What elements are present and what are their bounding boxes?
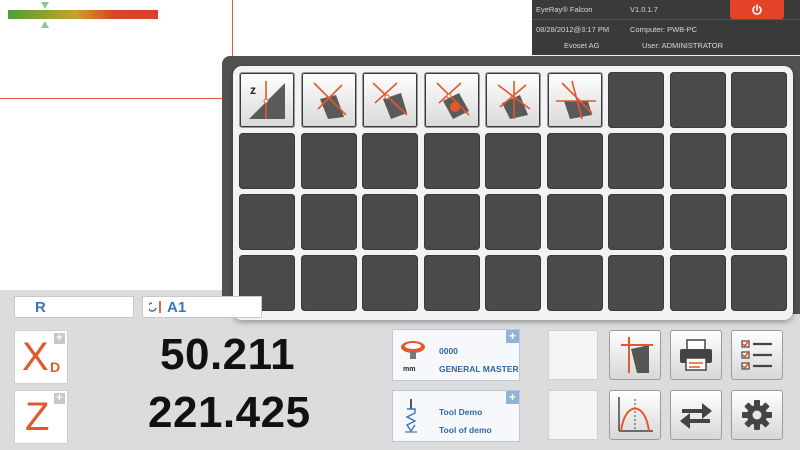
focus-marker-top-icon xyxy=(41,2,49,9)
swap-arrows-icon xyxy=(680,403,712,429)
master-unit: mm xyxy=(403,366,416,373)
mode-text: R xyxy=(35,298,46,316)
empty-slot[interactable] xyxy=(362,194,418,250)
empty-slot[interactable] xyxy=(546,133,603,189)
checklist-button[interactable] xyxy=(731,330,783,380)
empty-slot[interactable] xyxy=(669,194,726,250)
empty-slot[interactable] xyxy=(669,133,726,189)
tool-title: Tool Demo xyxy=(439,407,483,417)
reference-label[interactable]: A1 xyxy=(142,296,262,318)
empty-slot[interactable] xyxy=(423,255,480,311)
empty-slot[interactable] xyxy=(546,255,603,311)
empty-button-slot xyxy=(548,330,598,380)
empty-slot[interactable] xyxy=(300,255,357,311)
master-card[interactable]: mm 0000 GENERAL MASTER + xyxy=(392,329,520,381)
power-icon xyxy=(752,3,762,15)
profile-curve-icon xyxy=(618,397,653,432)
computer-name: Computer: PWB-PC xyxy=(630,25,698,34)
drill-tool-icon xyxy=(405,399,417,433)
company-name: Evoset AG xyxy=(564,41,600,50)
corner-measure-icon xyxy=(372,82,408,119)
empty-slot[interactable] xyxy=(669,72,726,128)
empty-slot[interactable] xyxy=(731,194,787,250)
axis-x-letter: X xyxy=(22,335,49,379)
radius-measure-icon xyxy=(435,82,470,119)
empty-slot[interactable] xyxy=(731,255,787,311)
reference-text: A1 xyxy=(167,298,187,316)
focus-indicator-bar xyxy=(8,10,158,19)
edge-measure-icon xyxy=(312,82,347,119)
empty-slot[interactable] xyxy=(608,194,664,250)
empty-slot[interactable] xyxy=(546,194,603,250)
tool-corner[interactable] xyxy=(362,72,418,128)
swap-button[interactable] xyxy=(670,390,722,440)
empty-button-slot xyxy=(548,390,598,440)
reference-axis-icon xyxy=(149,301,161,313)
master-number: 0000 xyxy=(439,346,458,356)
empty-slot[interactable] xyxy=(608,72,664,128)
app-name: EyeRay® Falcon xyxy=(536,5,593,14)
empty-slot[interactable] xyxy=(731,133,787,189)
empty-slot[interactable] xyxy=(300,194,357,250)
power-button[interactable] xyxy=(730,0,784,19)
settings-button[interactable] xyxy=(731,390,783,440)
tool-grid-panel: z xyxy=(233,66,793,320)
tool-edge[interactable] xyxy=(300,72,357,128)
profile-curve-button[interactable] xyxy=(609,390,661,440)
z-letter: z xyxy=(250,83,256,97)
focus-marker-bottom-icon xyxy=(41,21,49,28)
axis-x-subscript: D xyxy=(50,359,61,375)
z-zero-measure-icon: z xyxy=(249,81,285,119)
tool-card[interactable]: Tool Demo Tool of demo + xyxy=(392,390,520,442)
user-name: User: ADMINISTRATOR xyxy=(642,41,723,50)
add-icon[interactable]: + xyxy=(54,393,65,404)
empty-slot[interactable] xyxy=(423,194,480,250)
checklist-icon xyxy=(741,339,772,370)
add-icon[interactable]: + xyxy=(506,330,519,343)
print-button[interactable] xyxy=(670,330,722,380)
axis-x-value: 50.211 xyxy=(160,330,296,379)
empty-slot[interactable] xyxy=(608,255,664,311)
tool-radius[interactable] xyxy=(423,72,480,128)
master-name: GENERAL MASTER xyxy=(439,364,519,374)
tool-flat-edge[interactable] xyxy=(546,72,603,128)
axis-z-value: 221.425 xyxy=(148,388,311,437)
empty-slot[interactable] xyxy=(485,133,541,189)
axis-z-letter: Z xyxy=(25,395,50,439)
flat-edge-measure-icon xyxy=(555,80,596,120)
tool-subtitle: Tool of demo xyxy=(439,425,492,435)
angle-measure-icon xyxy=(497,81,531,119)
gear-icon xyxy=(742,400,772,430)
master-gauge-icon xyxy=(401,341,425,359)
axis-z-selector[interactable]: Z + xyxy=(14,390,68,444)
empty-slot[interactable] xyxy=(423,133,480,189)
empty-slot[interactable] xyxy=(362,133,418,189)
axis-x-selector[interactable]: X D + xyxy=(14,330,68,384)
header-divider xyxy=(532,19,800,20)
empty-slot[interactable] xyxy=(608,133,664,189)
app-version: V1.0.1.7 xyxy=(630,5,658,14)
mode-label[interactable]: R xyxy=(14,296,134,318)
printer-icon xyxy=(680,339,712,371)
empty-slot[interactable] xyxy=(485,194,541,250)
empty-slot[interactable] xyxy=(731,72,787,128)
add-icon[interactable]: + xyxy=(54,333,65,344)
empty-slot[interactable] xyxy=(239,133,295,189)
empty-slot[interactable] xyxy=(669,255,726,311)
tool-shape-button[interactable] xyxy=(609,330,661,380)
empty-slot[interactable] xyxy=(300,133,357,189)
datetime: 08/28/2012@3:17 PM xyxy=(536,25,610,34)
add-icon[interactable]: + xyxy=(506,391,519,404)
empty-slot[interactable] xyxy=(239,194,295,250)
tool-angle[interactable] xyxy=(485,72,541,128)
empty-slot[interactable] xyxy=(485,255,541,311)
tool-shape-icon xyxy=(621,337,653,373)
crosshair-horizontal xyxy=(0,98,232,99)
tool-z-zero[interactable]: z xyxy=(239,72,295,128)
empty-slot[interactable] xyxy=(362,255,418,311)
